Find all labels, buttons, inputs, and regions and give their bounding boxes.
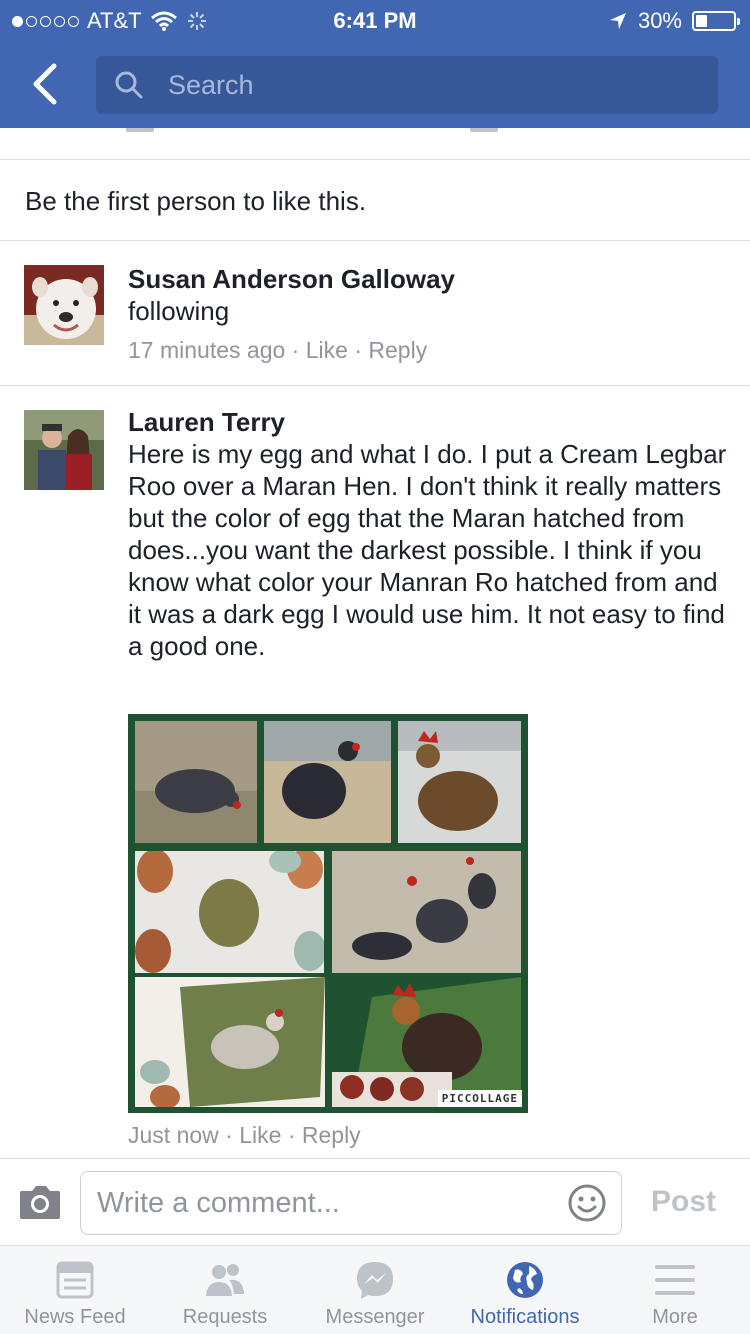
- comment-text: Here is my egg and what I do. I put a Cr…: [128, 439, 727, 661]
- location-arrow-icon: [609, 13, 626, 29]
- search-input[interactable]: [168, 69, 688, 101]
- tab-label: News Feed: [24, 1306, 126, 1328]
- comment-meta: Just now · Like · Reply: [128, 1122, 361, 1148]
- photo-tile: [135, 721, 257, 843]
- tab-label: Notifications: [470, 1306, 580, 1328]
- post-button[interactable]: Post: [651, 1185, 716, 1219]
- comment-composer: Post: [0, 1158, 750, 1246]
- post-actions-strip: [0, 128, 750, 160]
- comment-author[interactable]: Lauren Terry: [128, 406, 728, 438]
- comment-like-link[interactable]: Like: [306, 337, 348, 363]
- photo-collage[interactable]: PICCOLLAGE: [128, 714, 528, 1113]
- like-icon: [126, 128, 154, 132]
- photo-tile: [264, 721, 391, 843]
- messenger-icon: [357, 1262, 393, 1299]
- globe-icon: [507, 1262, 543, 1298]
- status-bar: AT&T 6:41 PM 30%: [0, 0, 750, 40]
- tab-label: More: [652, 1306, 698, 1328]
- top-bar: AT&T 6:41 PM 30%: [0, 0, 750, 128]
- tab-messenger[interactable]: Messenger: [300, 1246, 450, 1334]
- tab-label: Requests: [182, 1306, 268, 1328]
- emoji-icon[interactable]: [567, 1183, 607, 1223]
- comment-input[interactable]: [97, 1184, 557, 1222]
- comment-reply-link[interactable]: Reply: [302, 1122, 361, 1148]
- comment-meta: 17 minutes ago · Like · Reply: [128, 337, 428, 363]
- camera-icon[interactable]: [18, 1183, 62, 1221]
- menu-icon: [655, 1265, 695, 1295]
- collage-watermark: PICCOLLAGE: [437, 1090, 522, 1107]
- requests-icon: [206, 1264, 244, 1296]
- photo-tile: [398, 721, 521, 843]
- comment-timestamp: 17 minutes ago: [128, 337, 286, 363]
- battery-icon: [692, 11, 740, 31]
- likes-summary: Be the first person to like this.: [0, 160, 750, 241]
- search-icon: [115, 71, 143, 99]
- tab-label: Messenger: [325, 1306, 425, 1328]
- search-bar[interactable]: [96, 56, 718, 114]
- comment-text: following: [128, 296, 230, 326]
- comment-box[interactable]: [80, 1171, 622, 1235]
- comment-item: Lauren Terry Here is my egg and what I d…: [0, 386, 750, 1158]
- comment-reply-link[interactable]: Reply: [368, 337, 427, 363]
- comment-timestamp: Just now: [128, 1122, 219, 1148]
- comment-like-link[interactable]: Like: [239, 1122, 281, 1148]
- comment-author[interactable]: Susan Anderson Galloway: [128, 263, 728, 295]
- photo-tile: [332, 851, 521, 973]
- news-feed-icon: [56, 1261, 94, 1299]
- tab-news-feed[interactable]: News Feed: [0, 1246, 150, 1334]
- avatar[interactable]: [24, 265, 104, 345]
- back-button[interactable]: [26, 62, 66, 106]
- avatar[interactable]: [24, 410, 104, 490]
- chevron-left-icon: [33, 63, 57, 105]
- tab-more[interactable]: More: [600, 1246, 750, 1334]
- bottom-tab-bar: News Feed Requests Messenger Notificatio…: [0, 1246, 750, 1334]
- tab-notifications[interactable]: Notifications: [450, 1246, 600, 1334]
- tab-requests[interactable]: Requests: [150, 1246, 300, 1334]
- battery-percent: 30%: [637, 8, 682, 33]
- photo-tile: [332, 977, 521, 1107]
- photo-tile: [135, 851, 324, 973]
- comment-item: Susan Anderson Galloway following 17 min…: [0, 241, 750, 386]
- likes-summary-text: Be the first person to like this.: [25, 186, 367, 216]
- comment-icon: [470, 128, 498, 132]
- photo-tile: [135, 977, 325, 1107]
